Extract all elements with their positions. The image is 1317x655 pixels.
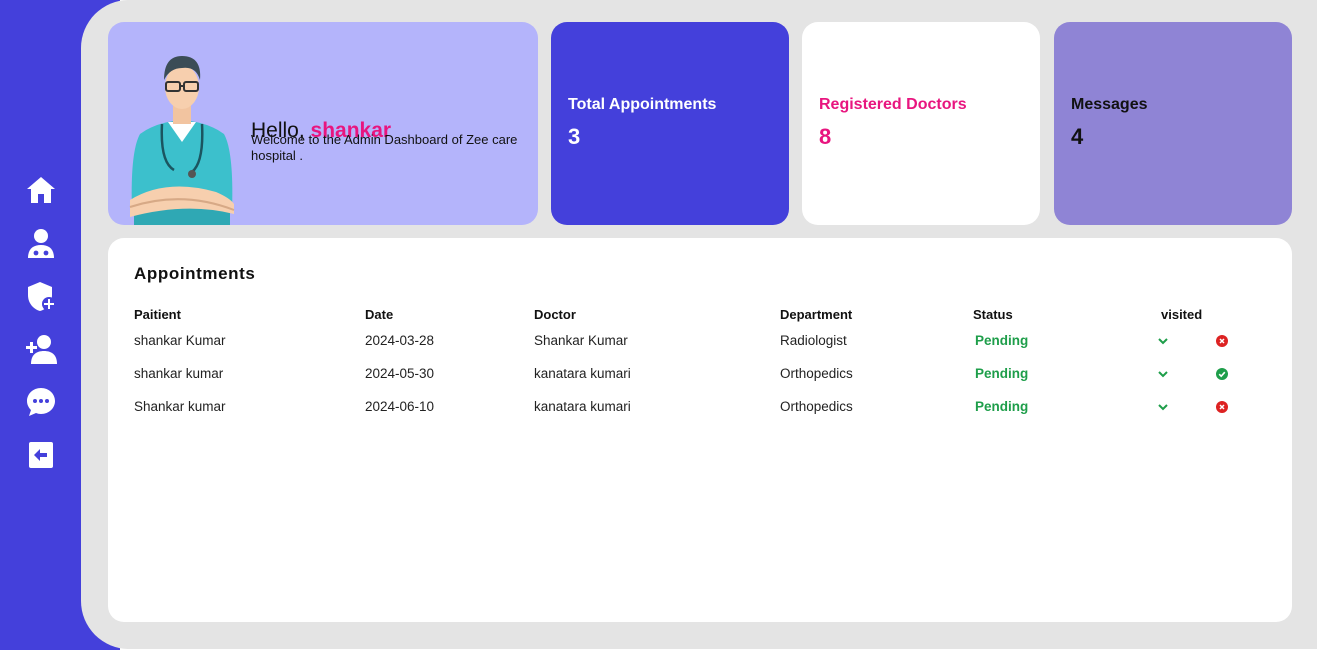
message-icon xyxy=(27,388,55,416)
total-appointments-card: Total Appointments 3 xyxy=(551,22,789,225)
main-content: Hello, shankar Welcome to the Admin Dash… xyxy=(81,0,1317,649)
chevron-down-icon[interactable] xyxy=(1157,401,1169,413)
cell-doctor: kanatara kumari xyxy=(534,399,631,414)
header-patient: Paitient xyxy=(134,306,181,322)
table-row: Shankar kumar 2024-06-10 kanatara kumari… xyxy=(134,390,1247,423)
stat-value: 8 xyxy=(819,124,832,149)
greeting-card: Hello, shankar Welcome to the Admin Dash… xyxy=(108,22,538,225)
status-dropdown-cell xyxy=(1147,324,1207,357)
nav-add-admin[interactable] xyxy=(22,278,60,314)
nav-add-doctor[interactable] xyxy=(22,331,60,367)
appointments-title: Appointments xyxy=(134,264,256,283)
cell-department: Orthopedics xyxy=(780,366,853,381)
nav-logout[interactable] xyxy=(22,437,60,473)
stat-value: 4 xyxy=(1071,124,1084,149)
logout-icon xyxy=(29,442,53,468)
table-header-row: Paitient Date Doctor Department Status v… xyxy=(134,304,1247,324)
header-date: Date xyxy=(365,306,394,322)
shield-plus-icon xyxy=(28,282,56,311)
cell-status: Pending xyxy=(975,333,1029,348)
not-visited-icon[interactable] xyxy=(1216,401,1228,414)
cell-status: Pending xyxy=(975,399,1029,414)
header-doctor: Doctor xyxy=(534,306,576,322)
cell-patient: shankar kumar xyxy=(134,366,224,381)
cell-doctor: Shankar Kumar xyxy=(534,333,628,348)
registered-doctors-card: Registered Doctors 8 xyxy=(802,22,1040,225)
chevron-down-icon[interactable] xyxy=(1157,368,1169,380)
doctor-illustration xyxy=(129,56,235,225)
appointments-card: Appointments Paitient Date Doctor Depart… xyxy=(108,238,1292,622)
cell-date: 2024-03-28 xyxy=(365,333,435,348)
appointments-table: Paitient Date Doctor Department Status v… xyxy=(134,304,1247,423)
visited-cell xyxy=(1207,390,1247,423)
nav-doctors[interactable] xyxy=(22,225,60,261)
table-row: shankar kumar 2024-05-30 kanatara kumari… xyxy=(134,357,1247,390)
stat-label: Messages xyxy=(1071,96,1148,113)
chevron-down-icon[interactable] xyxy=(1157,335,1169,347)
add-user-icon xyxy=(26,335,57,364)
table-row: shankar Kumar 2024-03-28 Shankar Kumar R… xyxy=(134,324,1247,357)
home-icon xyxy=(27,177,55,203)
cell-patient: Shankar kumar xyxy=(134,399,226,414)
visited-cell xyxy=(1207,324,1247,357)
header-visited: visited xyxy=(1161,306,1203,322)
stat-label: Total Appointments xyxy=(568,96,717,113)
nav-home[interactable] xyxy=(22,172,60,208)
doctor-icon xyxy=(28,229,54,258)
stat-value: 3 xyxy=(568,124,581,149)
sidebar-nav xyxy=(22,172,60,473)
visited-cell xyxy=(1207,357,1247,390)
visited-check-icon[interactable] xyxy=(1216,368,1228,381)
cell-status: Pending xyxy=(975,366,1029,381)
cell-doctor: kanatara kumari xyxy=(534,366,631,381)
cell-date: 2024-05-30 xyxy=(365,366,435,381)
not-visited-icon[interactable] xyxy=(1216,335,1228,348)
cell-date: 2024-06-10 xyxy=(365,399,435,414)
nav-messages[interactable] xyxy=(22,384,60,420)
status-dropdown-cell xyxy=(1147,357,1207,390)
stat-label: Registered Doctors xyxy=(819,96,967,113)
cell-patient: shankar Kumar xyxy=(134,333,226,348)
messages-card: Messages 4 xyxy=(1054,22,1292,225)
cell-department: Radiologist xyxy=(780,333,847,348)
welcome-message: Welcome to the Admin Dashboard of Zee ca… xyxy=(251,132,518,163)
header-status: Status xyxy=(973,306,1013,322)
cell-department: Orthopedics xyxy=(780,399,853,414)
status-dropdown-cell xyxy=(1147,390,1207,423)
header-department: Department xyxy=(780,306,853,322)
